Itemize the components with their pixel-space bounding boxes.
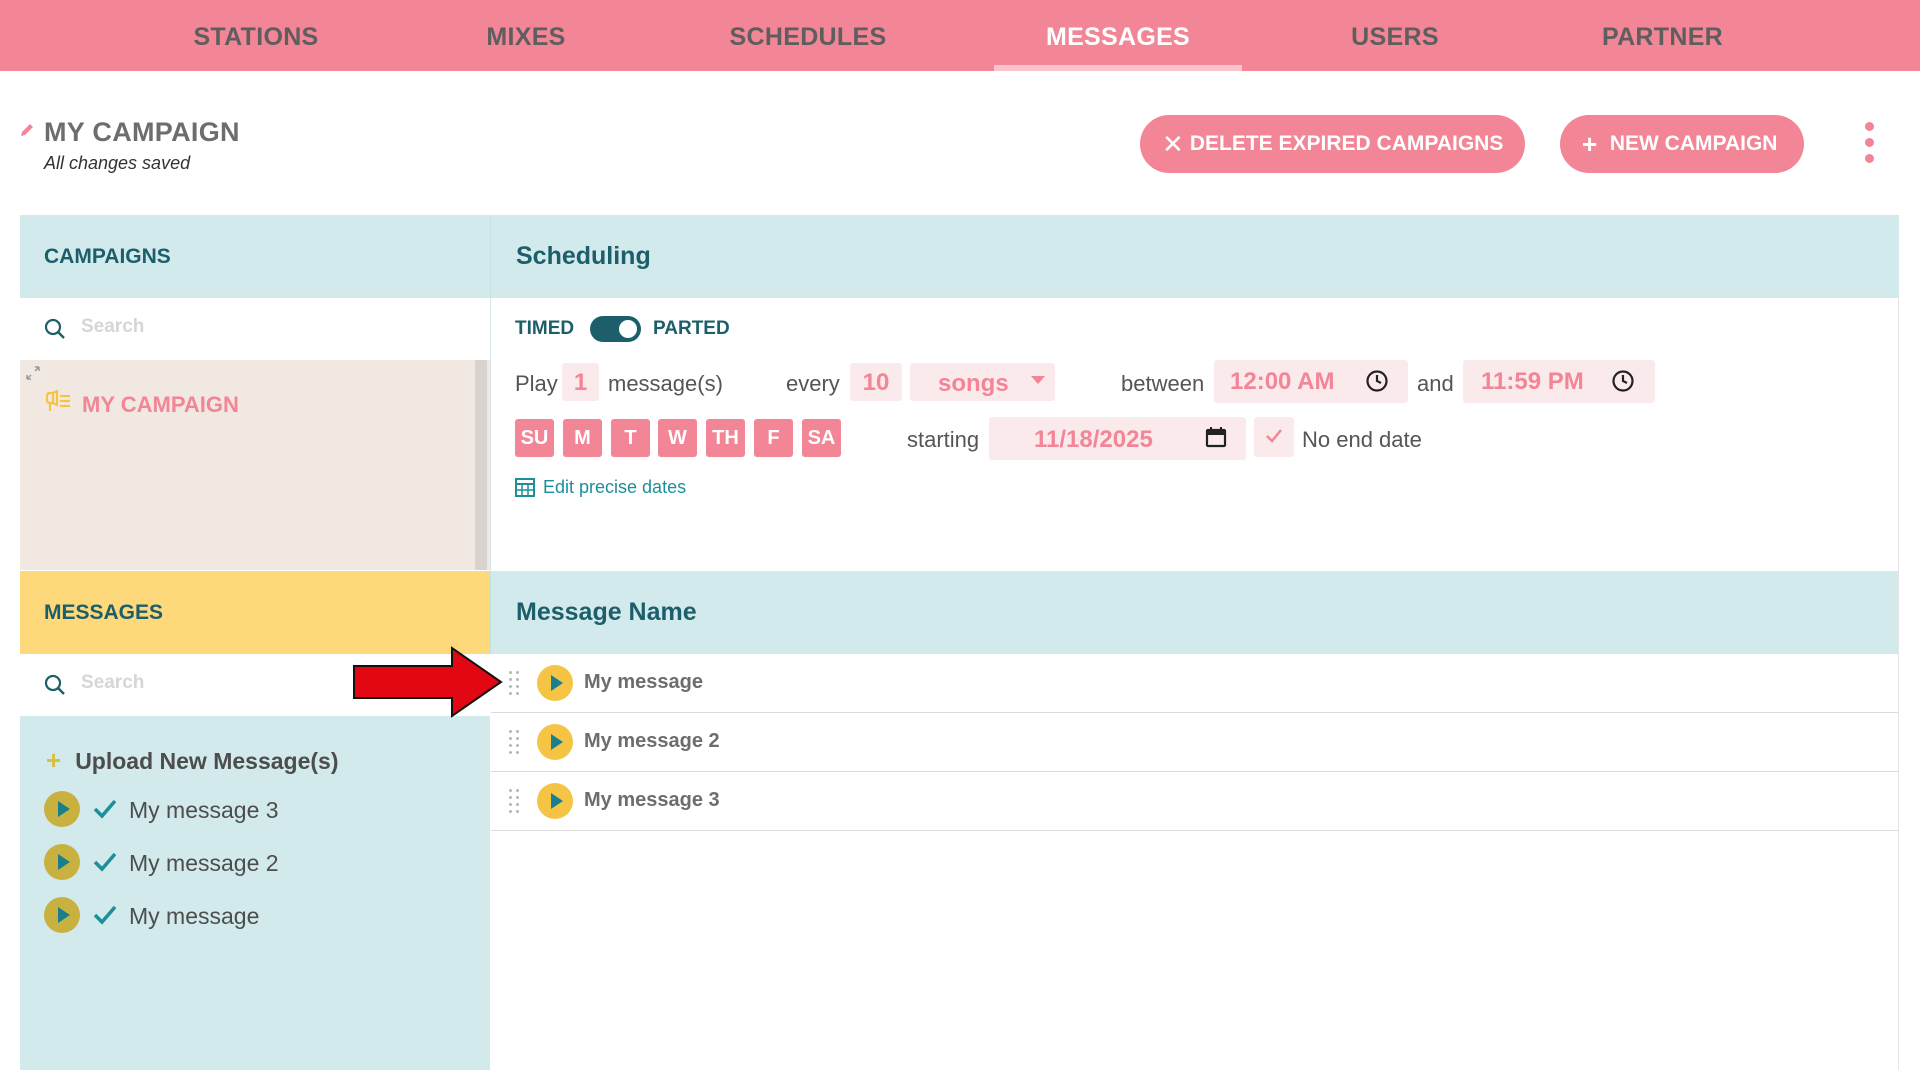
clock-icon[interactable] [1365, 369, 1389, 393]
and-label: and [1417, 371, 1454, 396]
checkmark-icon [93, 852, 117, 872]
plus-icon: + [46, 745, 62, 775]
message-row-name: My message [584, 671, 703, 693]
table-row[interactable]: My message 3 [491, 772, 1899, 831]
pencil-icon[interactable] [19, 122, 35, 138]
calendar-grid-icon [515, 478, 535, 497]
nav-tab-messages[interactable]: MESSAGES [994, 0, 1242, 71]
no-end-date-checkbox[interactable] [1254, 417, 1294, 457]
drag-handle-icon[interactable] [509, 730, 521, 754]
expand-icon[interactable] [25, 365, 41, 381]
drag-handle-icon[interactable] [509, 671, 521, 695]
search-icon [44, 318, 65, 339]
calendar-icon[interactable] [1205, 426, 1227, 448]
day-friday[interactable]: F [754, 419, 793, 457]
day-sunday[interactable]: SU [515, 419, 554, 457]
drag-handle-icon[interactable] [509, 789, 521, 813]
nav-tab-mixes[interactable]: MIXES [446, 0, 606, 71]
nav-tab-schedules[interactable]: SCHEDULES [713, 0, 903, 71]
start-time-value: 12:00 AM [1230, 368, 1335, 395]
timed-label: TIMED [515, 318, 575, 339]
new-campaign-button[interactable]: + NEW CAMPAIGN [1560, 115, 1804, 173]
more-options-icon[interactable] [1862, 120, 1876, 166]
nav-tab-users[interactable]: USERS [1310, 0, 1480, 71]
day-wednesday[interactable]: W [658, 419, 697, 457]
message-row-name: My message 3 [584, 789, 720, 811]
checkmark-icon [93, 905, 117, 925]
campaign-megaphone-icon [45, 390, 70, 411]
checkmark-icon [93, 799, 117, 819]
edit-precise-dates-link[interactable]: Edit precise dates [543, 477, 686, 498]
campaign-list-item[interactable]: MY CAMPAIGN [82, 392, 239, 418]
messages-heading: MESSAGES [20, 571, 490, 654]
checkmark-icon [1266, 429, 1282, 443]
top-navigation: STATIONS MIXES SCHEDULES MESSAGES USERS … [0, 0, 1920, 71]
play-icon[interactable] [537, 665, 573, 701]
end-time-value: 11:59 PM [1481, 368, 1584, 395]
toggle-knob [619, 320, 637, 338]
panel-divider [490, 298, 491, 571]
play-icon[interactable] [537, 724, 573, 760]
table-row[interactable]: My message 2 [491, 713, 1899, 772]
campaign-search-input[interactable]: Search [20, 298, 490, 360]
campaign-list-scrollbar[interactable] [475, 360, 487, 570]
message-search-placeholder: Search [81, 672, 145, 693]
play-icon[interactable] [537, 783, 573, 819]
day-monday[interactable]: M [563, 419, 602, 457]
messages-count-label: message(s) [608, 371, 723, 396]
play-label: Play [515, 371, 558, 396]
new-campaign-label: NEW CAMPAIGN [1609, 132, 1778, 155]
starting-label: starting [907, 427, 980, 452]
close-icon: ✕ [1162, 129, 1184, 159]
day-saturday[interactable]: SA [802, 419, 841, 457]
delete-expired-campaigns-button[interactable]: ✕ DELETE EXPIRED CAMPAIGNS [1140, 115, 1525, 173]
timed-parted-toggle[interactable] [590, 316, 641, 342]
message-row-name: My message 2 [584, 730, 720, 752]
message-name-column-header: Message Name [490, 571, 1899, 654]
every-label: every [786, 371, 840, 396]
campaign-search-placeholder: Search [81, 316, 145, 337]
nav-tab-stations[interactable]: STATIONS [166, 0, 346, 71]
annotation-arrow-icon [353, 646, 503, 718]
nav-tab-messages-label: MESSAGES [1045, 23, 1191, 51]
library-message-item[interactable]: My message 3 [129, 797, 279, 824]
play-icon[interactable] [44, 791, 80, 827]
campaigns-heading: CAMPAIGNS [20, 215, 490, 298]
play-icon[interactable] [44, 897, 80, 933]
library-message-item[interactable]: My message 2 [129, 850, 279, 877]
table-row[interactable]: My message [491, 654, 1899, 713]
no-end-date-label: No end date [1302, 427, 1422, 452]
unit-select-value: songs [938, 370, 1009, 397]
campaign-title[interactable]: MY CAMPAIGN [44, 117, 240, 148]
play-count-input[interactable]: 1 [562, 363, 599, 401]
upload-new-messages-label: Upload New Message(s) [75, 748, 339, 774]
between-label: between [1121, 371, 1205, 396]
day-tuesday[interactable]: T [611, 419, 650, 457]
unit-select[interactable]: songs [910, 363, 1055, 401]
right-border [1898, 298, 1899, 1070]
start-date-value: 11/18/2025 [1034, 426, 1153, 453]
library-message-item[interactable]: My message [129, 903, 259, 930]
play-icon[interactable] [44, 844, 80, 880]
day-thursday[interactable]: TH [706, 419, 745, 457]
chevron-down-icon [1031, 376, 1045, 384]
upload-new-messages-button[interactable]: + Upload New Message(s) [46, 745, 338, 776]
nav-tab-partner[interactable]: PARTNER [1575, 0, 1750, 71]
save-status: All changes saved [44, 153, 191, 173]
search-icon [44, 674, 65, 695]
plus-icon: + [1582, 129, 1598, 159]
every-count-input[interactable]: 10 [850, 363, 902, 401]
scheduling-heading: Scheduling [490, 215, 1899, 298]
active-tab-indicator [994, 65, 1242, 71]
parted-label: PARTED [653, 318, 730, 339]
delete-expired-campaigns-label: DELETE EXPIRED CAMPAIGNS [1189, 132, 1504, 155]
clock-icon[interactable] [1611, 369, 1635, 393]
